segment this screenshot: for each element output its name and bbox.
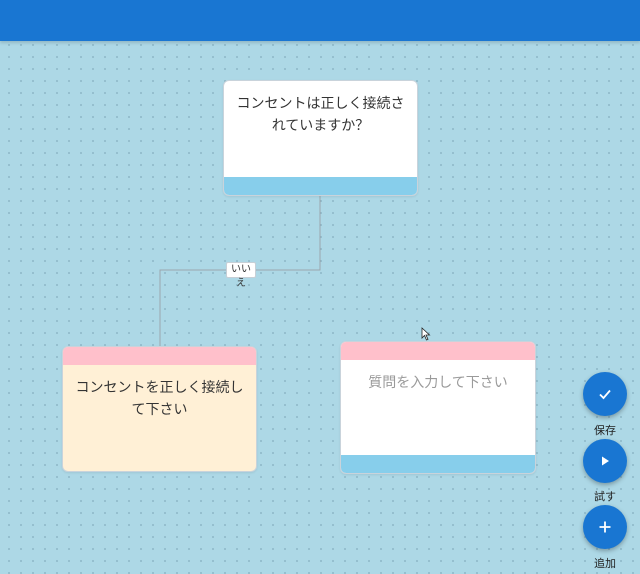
- edge-label-no[interactable]: いいえ: [226, 262, 256, 289]
- add-label: 追加: [594, 557, 616, 570]
- answer-node[interactable]: コンセントを正しく接続して下さい: [62, 346, 257, 472]
- save-button[interactable]: [583, 372, 627, 416]
- question-output-band[interactable]: [224, 177, 417, 195]
- add-button[interactable]: [583, 505, 627, 549]
- try-button[interactable]: [583, 439, 627, 483]
- try-label: 試す: [594, 490, 616, 503]
- question-node[interactable]: コンセントは正しく接続されていますか？: [223, 80, 418, 196]
- app-header-bar: [0, 0, 640, 41]
- new-question-output-band[interactable]: [341, 455, 535, 473]
- new-question-input-band[interactable]: [341, 342, 535, 360]
- new-question-placeholder[interactable]: 質問を入力して下さい: [341, 372, 535, 394]
- plus-icon: [599, 521, 611, 533]
- mouse-cursor-icon: [421, 327, 431, 341]
- save-label: 保存: [594, 424, 616, 437]
- new-question-node[interactable]: 質問を入力して下さい: [340, 341, 536, 474]
- check-icon: [599, 389, 611, 400]
- question-text: コンセントは正しく接続されていますか？: [236, 96, 405, 134]
- play-icon: [602, 456, 609, 466]
- answer-input-band[interactable]: [63, 347, 256, 365]
- answer-text: コンセントを正しく接続して下さい: [75, 380, 244, 418]
